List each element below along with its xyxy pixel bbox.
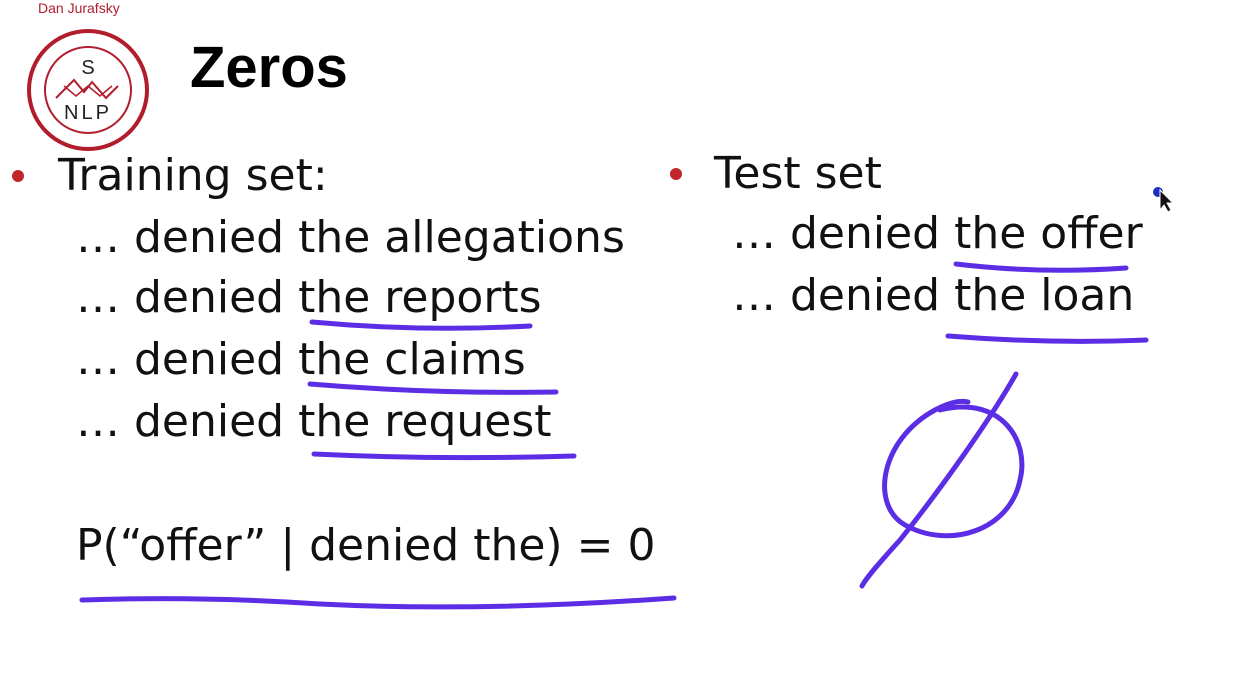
underline-reports [309, 319, 533, 331]
underline-offer [953, 261, 1129, 273]
pointer-cursor-icon [1153, 187, 1174, 213]
underline-claims [307, 381, 559, 395]
underline-request [311, 451, 577, 461]
pen-annotations [79, 261, 1149, 610]
underline-loan [945, 333, 1149, 344]
underline-formula [79, 595, 677, 610]
